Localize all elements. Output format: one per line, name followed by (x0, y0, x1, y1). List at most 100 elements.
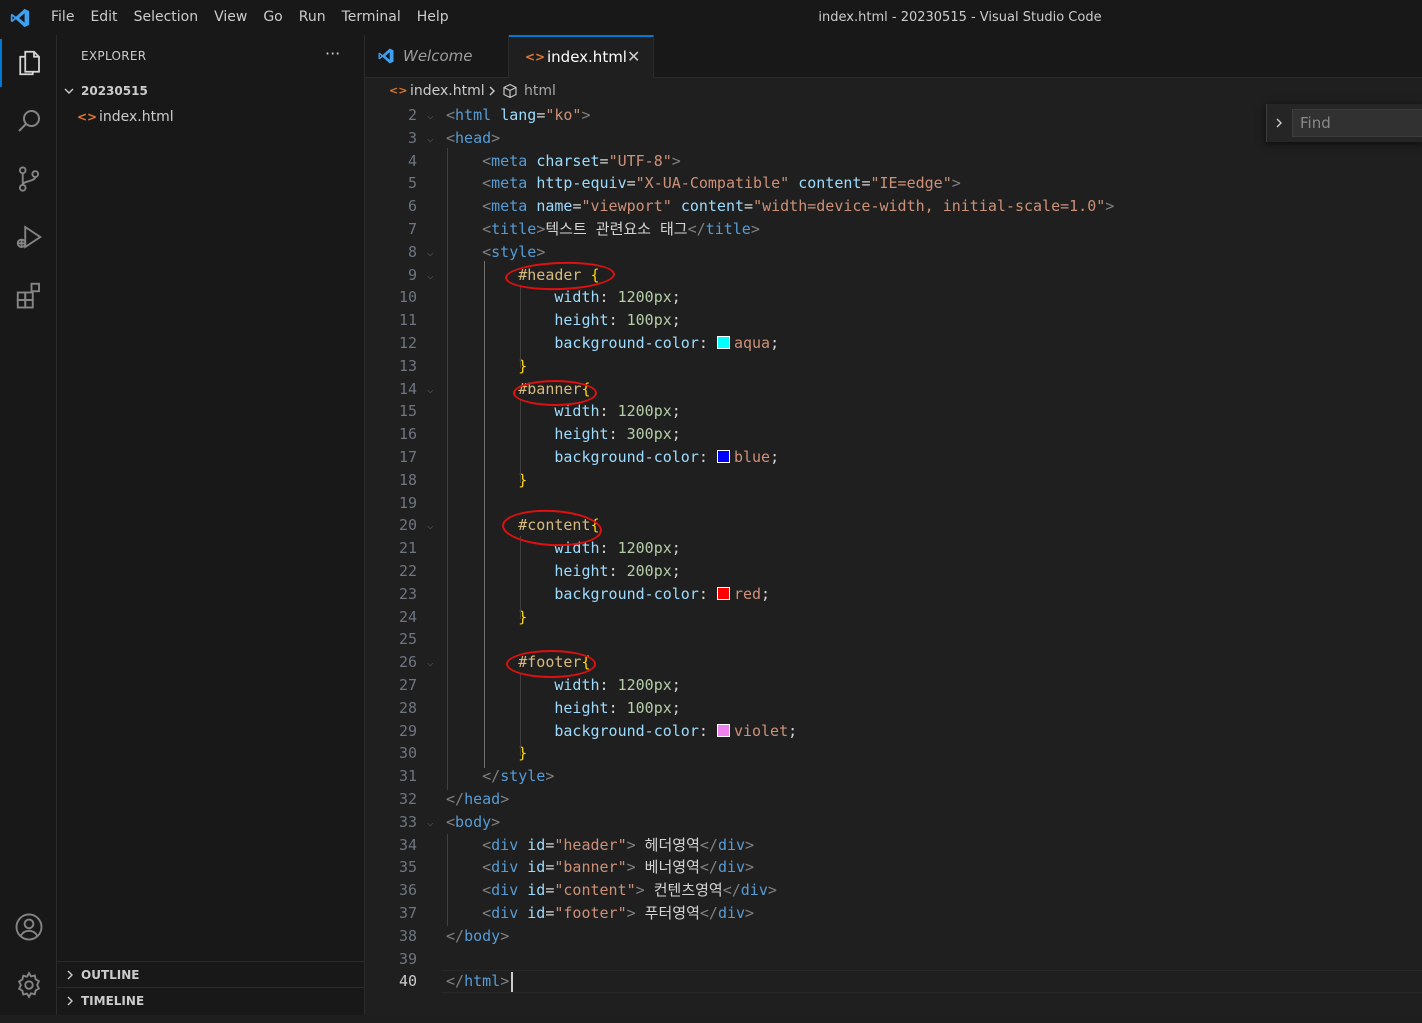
code-token: > (500, 790, 510, 808)
code-token: "viewport" (581, 197, 672, 215)
source-control-icon[interactable] (0, 155, 57, 203)
code-token: > (1105, 197, 1115, 215)
fold-chevron-icon[interactable]: ⌵ (427, 811, 434, 834)
account-icon[interactable] (0, 903, 57, 951)
code-token: </ (446, 790, 465, 808)
code-editor[interactable]: 2 ⌵ <html lang="ko"> 3 ⌵ <head> 4 <meta charse… (365, 104, 1422, 1015)
code-token: > (750, 220, 760, 238)
code-token: 1200px (617, 288, 672, 306)
line-number: 19 (398, 494, 417, 512)
menu-view[interactable]: View (206, 0, 255, 35)
fold-chevron-icon[interactable]: ⌵ (427, 378, 434, 401)
fold-chevron-icon[interactable]: ⌵ (427, 241, 434, 264)
code-token: "IE=edge" (870, 174, 952, 192)
menu-selection[interactable]: Selection (126, 0, 207, 35)
search-icon[interactable] (0, 97, 57, 145)
code-text: <div id="footer"> 푸터영역</div> (446, 902, 754, 925)
run-debug-icon[interactable] (0, 213, 57, 261)
close-icon[interactable]: ✕ (627, 37, 640, 77)
code-token: height (554, 311, 609, 329)
code-token: : (698, 334, 717, 352)
timeline-section[interactable]: TIMELINE (57, 987, 364, 1014)
code-token: id (527, 836, 546, 854)
toggle-replace-chevron-icon[interactable] (1274, 113, 1284, 137)
fold-chevron-icon[interactable]: ⌵ (427, 264, 434, 287)
line-number: 13 (398, 357, 417, 375)
more-actions-icon[interactable]: ··· (325, 44, 340, 63)
code-text: background-color: violet; (446, 720, 797, 743)
code-token: id (527, 904, 546, 922)
window-title: index.html - 20230515 - Visual Studio Co… (818, 10, 1102, 25)
indent-guide (447, 834, 448, 926)
code-line: 33 ⌵ <body> (365, 811, 1422, 834)
code-token: "content" (554, 881, 636, 899)
code-line: 39 (365, 948, 1422, 971)
menu-help[interactable]: Help (409, 0, 457, 35)
code-token: < (446, 106, 456, 124)
code-text: <style> (446, 241, 545, 264)
fold-chevron-icon[interactable]: ⌵ (427, 127, 434, 150)
code-token: html (464, 972, 501, 990)
breadcrumb-symbol[interactable]: html (524, 78, 556, 104)
line-number: 8 (407, 243, 417, 261)
chevron-right-icon (65, 988, 75, 1023)
code-line: 30 } (365, 742, 1422, 765)
fold-chevron-icon[interactable]: ⌵ (427, 651, 434, 674)
code-token: : (608, 562, 627, 580)
fold-chevron-icon[interactable]: ⌵ (427, 104, 434, 127)
code-token: background-color (554, 334, 699, 352)
code-token: 텍스트 관련요소 태그 (545, 220, 688, 238)
fold-chevron-icon[interactable]: ⌵ (427, 514, 434, 537)
find-input[interactable] (1292, 109, 1422, 137)
manage-gear-icon[interactable] (0, 961, 57, 1009)
breadcrumb-file[interactable]: index.html (410, 78, 485, 104)
code-text: } (446, 742, 527, 765)
line-number: 23 (398, 585, 417, 603)
color-swatch[interactable] (716, 724, 730, 737)
tab-welcome[interactable]: Welcome (365, 35, 509, 78)
outline-section[interactable]: OUTLINE (57, 961, 364, 988)
code-token: id (527, 881, 546, 899)
extensions-icon[interactable] (0, 271, 57, 319)
explorer-icon[interactable] (0, 39, 57, 87)
color-swatch[interactable] (716, 336, 730, 349)
code-token: 컨텐츠영역 (644, 881, 723, 899)
color-swatch[interactable] (716, 450, 730, 463)
breadcrumb: <> index.html html (365, 78, 1422, 104)
code-text: </body> (446, 925, 509, 948)
code-token: ; (761, 585, 771, 603)
code-text: <html lang="ko"> (446, 104, 591, 127)
menu-run[interactable]: Run (291, 0, 334, 35)
code-token: </ (446, 972, 465, 990)
code-token: < (482, 243, 492, 261)
code-token: content (798, 174, 862, 192)
code-text: background-color: blue; (446, 446, 779, 469)
code-token: > (745, 904, 755, 922)
menu-edit[interactable]: Edit (82, 0, 125, 35)
menu-terminal[interactable]: Terminal (334, 0, 409, 35)
code-token: </ (687, 220, 706, 238)
code-token: 베너영역 (635, 858, 700, 876)
code-token: http-equiv (536, 174, 627, 192)
annotation-circle-banner (513, 380, 597, 406)
menu-file[interactable]: File (43, 0, 82, 35)
menu-go[interactable]: Go (255, 0, 290, 35)
code-text: <div id="header"> 헤더영역</div> (446, 834, 754, 857)
code-token: 1200px (617, 539, 672, 557)
code-text: <div id="banner"> 베너영역</div> (446, 856, 754, 879)
tab-index-html[interactable]: <> index.html ✕ (509, 35, 654, 78)
code-token: violet (733, 722, 789, 740)
file-row[interactable]: <> index.html (57, 106, 364, 128)
code-token: ; (671, 699, 681, 717)
code-token: div (717, 858, 746, 876)
color-swatch[interactable] (716, 587, 730, 600)
folder-row[interactable]: 20230515 (57, 80, 364, 102)
code-token: 100px (626, 699, 672, 717)
code-token: = (626, 174, 636, 192)
